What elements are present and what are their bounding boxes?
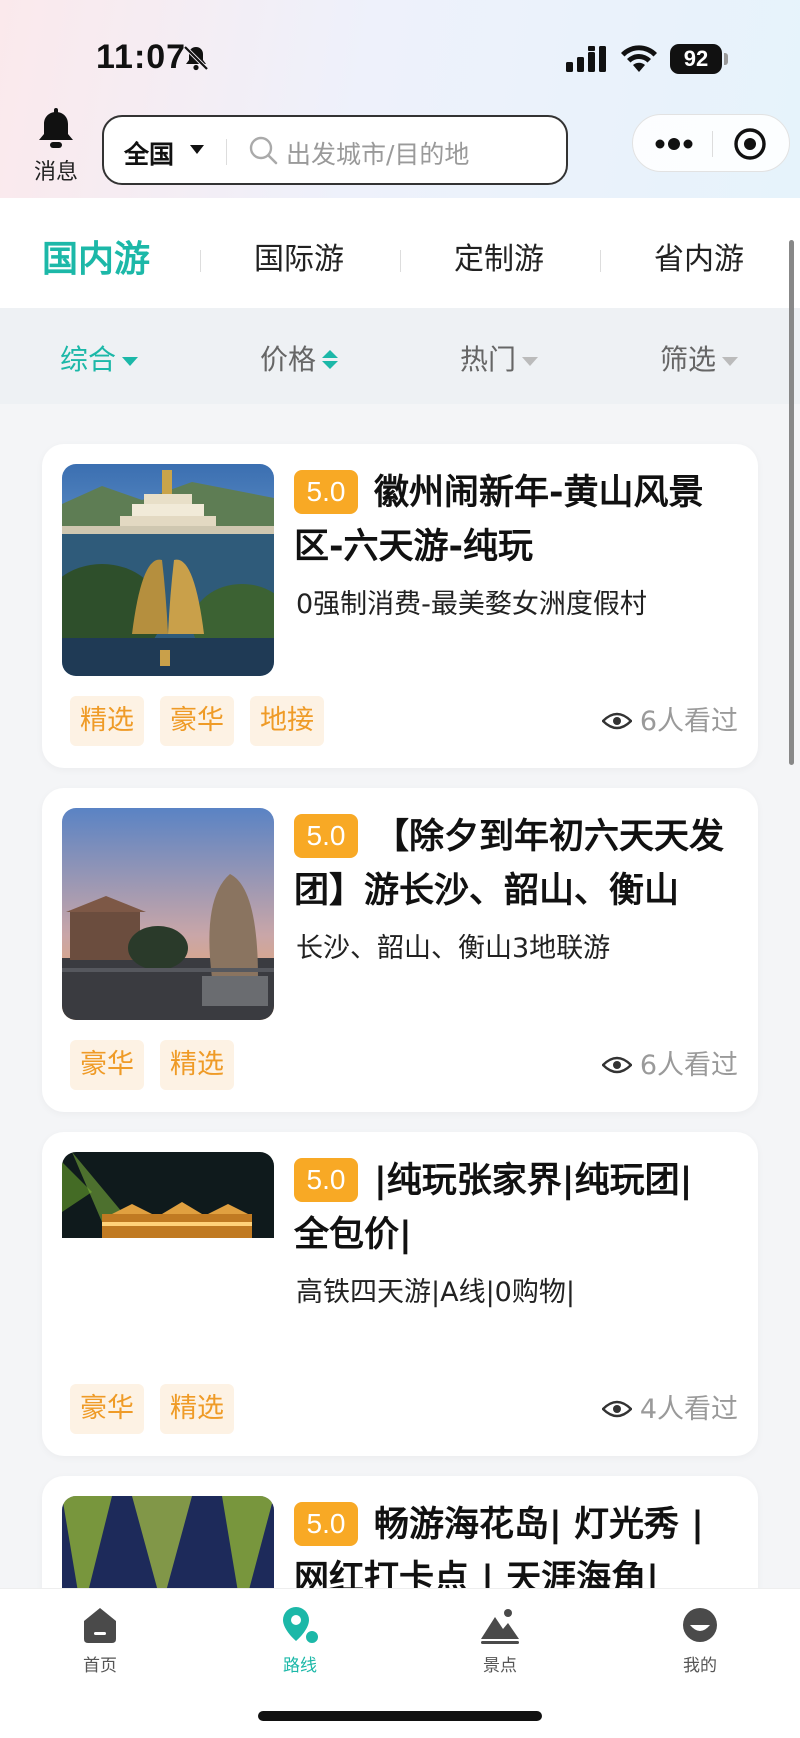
route-subtitle: 0强制消费-最美婺女洲度假村 <box>296 589 647 620</box>
nav-routes-label: 路线 <box>283 1656 317 1676</box>
route-list: 5.0 徽州闹新年-黄山风景区-六天游-纯玩 0强制消费-最美婺女洲度假村 精选… <box>0 404 800 1588</box>
tag: 豪华 <box>70 1384 144 1434</box>
battery-tip <box>724 53 728 65</box>
haihua-island-image <box>62 1496 274 1588</box>
filter-more[interactable]: 筛选 <box>660 338 739 378</box>
filter-price[interactable]: 价格 <box>260 338 339 378</box>
close-miniprogram-icon[interactable] <box>733 127 767 161</box>
route-title: 【除夕到年初六天天发团】游长沙、韶山、衡山 <box>294 817 724 911</box>
route-card[interactable]: 5.0 畅游海花岛| 灯光秀 | 网红打卡点 | 天涯海角| <box>42 1476 758 1588</box>
route-image <box>62 1496 274 1588</box>
huangshan-image <box>62 464 274 676</box>
sort-icon <box>322 350 339 372</box>
filter-price-label: 价格 <box>260 343 317 376</box>
search-divider <box>226 139 227 165</box>
tab-divider <box>400 250 401 272</box>
filter-bar: 综合 价格 热门 筛选 <box>0 308 800 404</box>
tab-custom[interactable]: 定制游 <box>454 234 544 278</box>
view-count-text: 6人看过 <box>639 706 738 737</box>
category-tabs: 国内游 国际游 定制游 省内游 <box>0 198 800 308</box>
nav-profile-label: 我的 <box>683 1656 717 1676</box>
more-icon[interactable] <box>655 135 693 153</box>
tab-province[interactable]: 省内游 <box>654 234 744 278</box>
tag: 精选 <box>160 1384 234 1434</box>
route-card[interactable]: 5.0 |纯玩张家界|纯玩团|全包价| 高铁四天游|A线|0购物| 豪华 精选 4… <box>42 1132 758 1456</box>
route-title: |纯玩张家界|纯玩团|全包价| <box>294 1161 693 1255</box>
route-image <box>62 1152 274 1364</box>
status-bar: 11:07 92 <box>0 0 800 110</box>
caret-down-icon <box>122 356 139 366</box>
eye-icon <box>601 1056 633 1073</box>
bell-muted-icon <box>183 45 209 71</box>
nav-attractions[interactable]: 景点 <box>455 1603 545 1676</box>
status-time: 11:07 <box>96 38 187 76</box>
profile-icon <box>683 1608 717 1642</box>
route-pin-icon <box>283 1607 320 1645</box>
messages-button[interactable]: 消息 <box>28 108 84 186</box>
region-selector[interactable]: 全国 <box>124 135 174 171</box>
view-count: 4人看过 <box>601 1390 738 1430</box>
search-input[interactable]: 出发城市/目的地 <box>286 135 469 171</box>
wifi-icon <box>621 45 657 72</box>
zhangjiajie-image <box>62 1152 274 1364</box>
tab-divider <box>600 250 601 272</box>
home-indicator <box>258 1711 542 1721</box>
nav-routes[interactable]: 路线 <box>255 1603 345 1676</box>
route-tags: 精选 豪华 地接 <box>70 696 340 746</box>
battery-indicator: 92 <box>670 44 722 74</box>
route-title: 徽州闹新年-黄山风景区-六天游-纯玩 <box>294 473 704 567</box>
filter-popular-label: 热门 <box>460 343 517 376</box>
view-count-text: 6人看过 <box>639 1050 738 1081</box>
filter-more-label: 筛选 <box>660 343 717 376</box>
capsule-divider <box>712 131 713 157</box>
nav-attractions-label: 景点 <box>483 1656 517 1676</box>
mountain-icon <box>481 1609 519 1644</box>
tag: 精选 <box>160 1040 234 1090</box>
route-title: 畅游海花岛| 灯光秀 | 网红打卡点 | 天涯海角| <box>294 1505 704 1588</box>
tab-international[interactable]: 国际游 <box>254 234 344 278</box>
eye-icon <box>601 1400 633 1417</box>
eye-icon <box>601 712 633 729</box>
caret-down-icon <box>190 145 204 154</box>
route-image <box>62 808 274 1020</box>
tag: 豪华 <box>70 1040 144 1090</box>
tag: 豪华 <box>160 696 234 746</box>
cellular-signal-icon <box>566 46 606 72</box>
route-tags: 豪华 精选 <box>70 1040 250 1090</box>
hengshan-image <box>62 808 274 1020</box>
route-image <box>62 464 274 676</box>
route-card[interactable]: 5.0 【除夕到年初六天天发团】游长沙、韶山、衡山 长沙、韶山、衡山3地联游 豪… <box>42 788 758 1112</box>
filter-overall[interactable]: 综合 <box>60 338 139 378</box>
caret-down-icon <box>522 356 539 366</box>
route-subtitle: 长沙、韶山、衡山3地联游 <box>296 933 611 964</box>
home-icon <box>84 1608 116 1643</box>
search-icon <box>249 136 278 165</box>
view-count: 6人看过 <box>601 702 738 742</box>
filter-overall-label: 综合 <box>60 343 117 376</box>
filter-popular[interactable]: 热门 <box>460 338 539 378</box>
nav-home-label: 首页 <box>83 1656 117 1676</box>
route-tags: 豪华 精选 <box>70 1384 250 1434</box>
route-card[interactable]: 5.0 徽州闹新年-黄山风景区-六天游-纯玩 0强制消费-最美婺女洲度假村 精选… <box>42 444 758 768</box>
miniprogram-capsule <box>632 114 790 172</box>
view-count: 6人看过 <box>601 1046 738 1086</box>
caret-down-icon <box>722 356 739 366</box>
tab-domestic[interactable]: 国内游 <box>42 230 150 282</box>
search-bar[interactable]: 全国 出发城市/目的地 <box>102 115 568 185</box>
tag: 地接 <box>250 696 324 746</box>
tag: 精选 <box>70 696 144 746</box>
nav-home[interactable]: 首页 <box>55 1603 145 1676</box>
route-subtitle: 高铁四天游|A线|0购物| <box>296 1277 575 1308</box>
bell-icon <box>39 108 73 148</box>
nav-profile[interactable]: 我的 <box>655 1603 745 1676</box>
messages-label: 消息 <box>33 160 78 185</box>
view-count-text: 4人看过 <box>639 1394 738 1425</box>
tab-divider <box>200 250 201 272</box>
